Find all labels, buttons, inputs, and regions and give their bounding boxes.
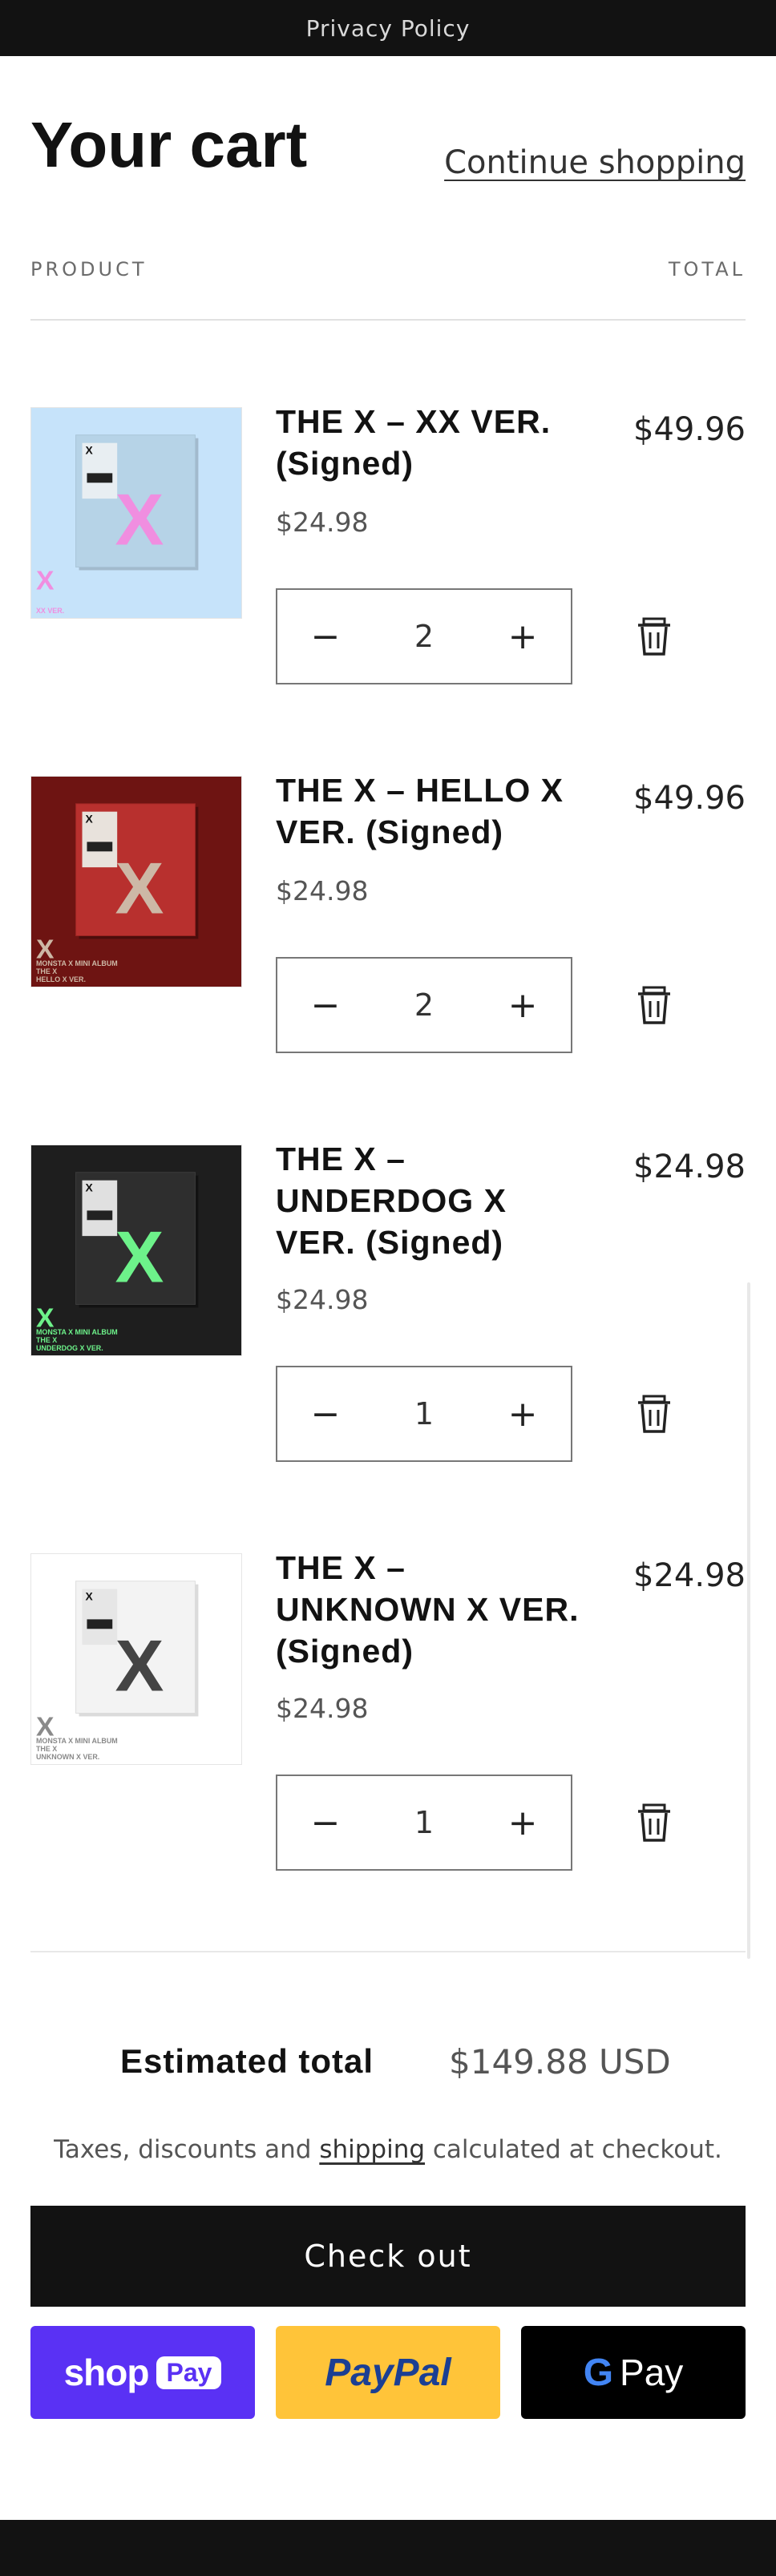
google-g-icon: G — [583, 2351, 614, 2394]
scrollbar[interactable] — [747, 1282, 750, 1959]
trash-icon[interactable] — [637, 1803, 672, 1842]
album-cover-x: X — [115, 479, 164, 561]
product-name[interactable]: THE X – UNKNOWN X VER. (Signed) — [276, 1547, 580, 1672]
shop-pay-button[interactable]: shop Pay — [30, 2326, 255, 2419]
album-cover-line: MONSTA X MINI ALBUM — [36, 1328, 118, 1336]
album-cover-line: UNKNOWN X VER. — [36, 1753, 99, 1761]
line-total: $49.96 — [633, 780, 746, 817]
paypal-wordmark: PayPal — [325, 2351, 451, 2394]
svg-text:X: X — [85, 444, 93, 457]
increase-quantity-button[interactable]: + — [475, 959, 571, 1052]
minus-icon: − — [310, 616, 341, 657]
minus-icon: − — [310, 984, 341, 1026]
shop-pay-wordmark: shop — [63, 2352, 150, 2393]
album-cover-line: HELLO X VER. — [36, 975, 86, 983]
privacy-policy-link[interactable]: Privacy Policy — [306, 15, 471, 42]
continue-shopping-link[interactable]: Continue shopping — [444, 144, 746, 181]
checkout-button[interactable]: Check out — [30, 2206, 746, 2307]
album-cover-small-x: X — [36, 565, 55, 596]
album-cover-art: X X X MONSTA X MINI ALBUM THE X HELLO X … — [31, 777, 241, 987]
line-total: $24.98 — [633, 1557, 746, 1594]
product-name[interactable]: THE X – HELLO X VER. (Signed) — [276, 769, 580, 853]
line-total: $24.98 — [633, 1149, 746, 1185]
quantity-stepper: − 1 + — [276, 1775, 572, 1871]
divider — [30, 319, 746, 321]
decrease-quantity-button[interactable]: − — [277, 590, 374, 683]
decrease-quantity-button[interactable]: − — [277, 959, 374, 1052]
estimated-total-label: Estimated total — [120, 2042, 374, 2080]
quantity-input[interactable]: 2 — [374, 619, 475, 654]
decrease-quantity-button[interactable]: − — [277, 1367, 374, 1460]
quantity-input[interactable]: 2 — [374, 987, 475, 1023]
product-name[interactable]: THE X – XX VER. (Signed) — [276, 401, 580, 484]
minus-icon: − — [310, 1393, 341, 1435]
svg-text:X: X — [85, 1590, 93, 1603]
tax-note: Taxes, discounts and shipping calculated… — [0, 2135, 776, 2164]
shipping-link[interactable]: shipping — [319, 2135, 425, 2164]
estimated-total-value: $149.88 USD — [449, 2042, 671, 2081]
album-cover-line: THE X — [36, 1745, 57, 1753]
album-cover-x: X — [115, 1217, 164, 1298]
quantity-input[interactable]: 1 — [374, 1805, 475, 1840]
plus-icon: + — [507, 984, 538, 1026]
album-cover-line: MONSTA X MINI ALBUM — [36, 1737, 118, 1745]
quantity-stepper: − 2 + — [276, 588, 572, 684]
page-title: Your cart — [30, 109, 308, 180]
footer-bar — [0, 2520, 776, 2576]
trash-icon[interactable] — [637, 986, 672, 1024]
increase-quantity-button[interactable]: + — [475, 1367, 571, 1460]
product-image[interactable]: X X X MONSTA X MINI ALBUM THE X UNKNOWN … — [30, 1553, 242, 1765]
album-cover-line: THE X — [36, 1336, 57, 1344]
album-cover-art: X X X MONSTA X MINI ALBUM THE X UNDERDOG… — [31, 1145, 241, 1355]
quantity-stepper: − 1 + — [276, 1366, 572, 1462]
product-image[interactable]: X X X XX VER. — [30, 407, 242, 619]
announcement-bar: Privacy Policy — [0, 0, 776, 56]
increase-quantity-button[interactable]: + — [475, 590, 571, 683]
column-header-product: PRODUCT — [30, 258, 148, 281]
trash-icon[interactable] — [637, 617, 672, 656]
album-cover-art: X X X XX VER. — [31, 408, 241, 618]
album-cover-line: UNDERDOG X VER. — [36, 1344, 103, 1352]
google-pay-button[interactable]: G Pay — [521, 2326, 746, 2419]
plus-icon: + — [507, 616, 538, 657]
album-cover-x: X — [115, 1625, 164, 1707]
unit-price: $24.98 — [276, 1284, 369, 1315]
tax-note-suffix: calculated at checkout. — [425, 2135, 722, 2164]
quantity-input[interactable]: 1 — [374, 1396, 475, 1431]
product-image[interactable]: X X X MONSTA X MINI ALBUM THE X HELLO X … — [30, 776, 242, 987]
product-name[interactable]: THE X – UNDERDOG X VER. (Signed) — [276, 1138, 580, 1263]
quantity-stepper: − 2 + — [276, 957, 572, 1053]
album-cover-art: X X X MONSTA X MINI ALBUM THE X UNKNOWN … — [31, 1554, 241, 1764]
album-cover-line: XX VER. — [36, 607, 64, 615]
unit-price: $24.98 — [276, 1693, 369, 1724]
svg-text:X: X — [85, 813, 93, 826]
album-cover-line: MONSTA X MINI ALBUM — [36, 959, 118, 967]
product-image[interactable]: X X X MONSTA X MINI ALBUM THE X UNDERDOG… — [30, 1145, 242, 1356]
shop-pay-badge: Pay — [156, 2356, 222, 2389]
plus-icon: + — [507, 1802, 538, 1843]
tax-note-prefix: Taxes, discounts and — [54, 2135, 320, 2164]
album-cover-line: THE X — [36, 967, 57, 975]
unit-price: $24.98 — [276, 875, 369, 906]
plus-icon: + — [507, 1393, 538, 1435]
google-pay-wordmark: Pay — [620, 2352, 684, 2393]
unit-price: $24.98 — [276, 507, 369, 538]
increase-quantity-button[interactable]: + — [475, 1776, 571, 1869]
divider — [30, 1951, 746, 1952]
decrease-quantity-button[interactable]: − — [277, 1776, 374, 1869]
column-header-total: TOTAL — [668, 258, 746, 281]
album-cover-x: X — [115, 848, 164, 930]
minus-icon: − — [310, 1802, 341, 1843]
line-total: $49.96 — [633, 411, 746, 448]
paypal-button[interactable]: PayPal — [276, 2326, 500, 2419]
trash-icon[interactable] — [637, 1395, 672, 1433]
svg-text:X: X — [85, 1181, 93, 1194]
